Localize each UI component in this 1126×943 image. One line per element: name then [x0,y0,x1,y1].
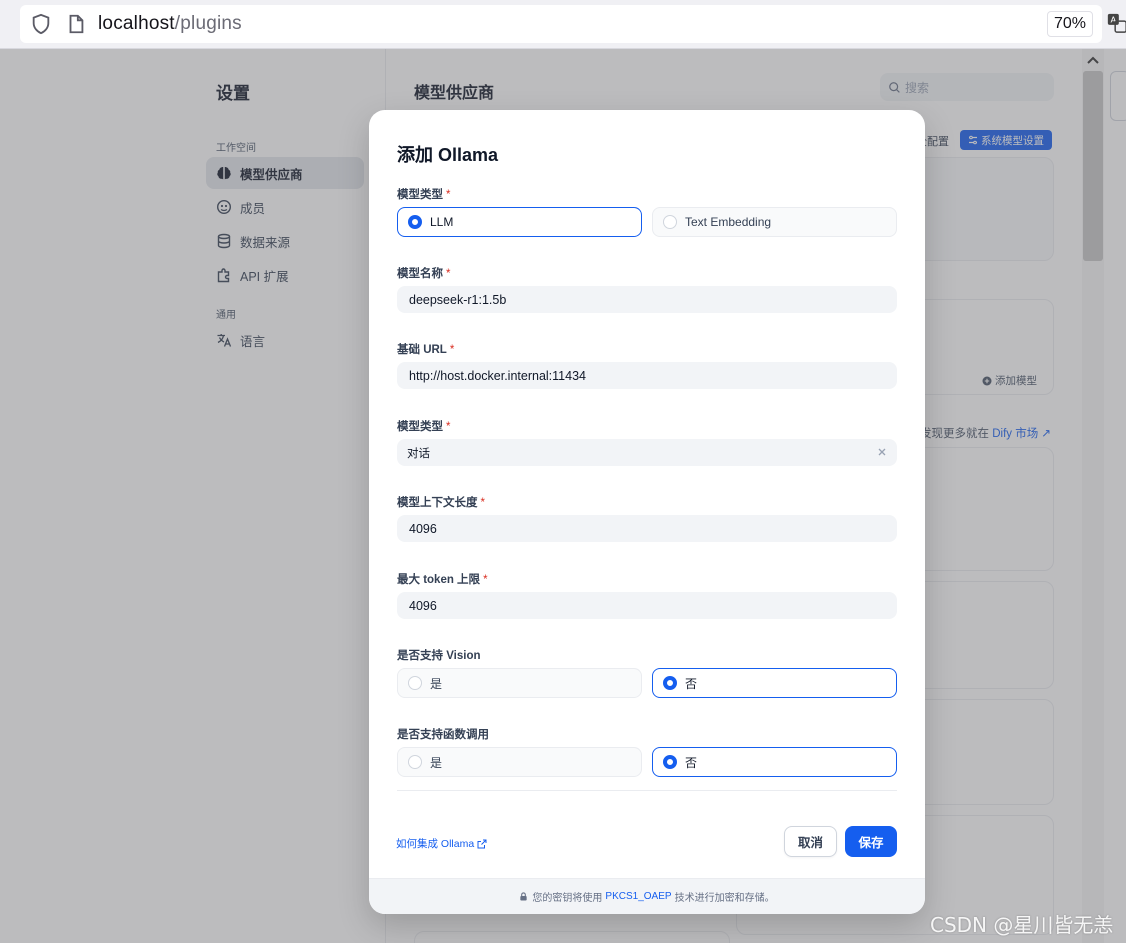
label-text: 模型类型 [397,189,443,201]
pkcs1-oaep-link[interactable]: PKCS1_OAEP [605,891,671,902]
label-text: 模型上下文长度 [397,497,478,509]
divider [397,790,897,791]
option-label: 是 [430,755,443,770]
watermark: CSDN @星川皆无恙 [930,913,1114,937]
add-ollama-modal: 添加 Ollama 模型类型 * LLM Text Embedding 模型名称 *… [369,110,925,914]
lock-icon [520,892,528,901]
max-tokens-label: 最大 token 上限 * [397,571,488,587]
vision-no-option[interactable]: 否 [652,668,897,698]
notice-prefix: 您的密钥将使用 [532,893,603,904]
required-mark: * [480,497,485,509]
context-length-input[interactable]: 4096 [397,515,897,542]
radio-checked-icon [408,215,422,229]
required-mark: * [446,268,451,280]
vision-support-label: 是否支持 Vision [397,650,481,662]
model-type-text-embedding-option[interactable]: Text Embedding [652,207,897,237]
option-label: 是 [430,676,443,691]
label-text: 模型名称 [397,268,443,280]
clear-icon[interactable] [877,447,887,457]
shield-icon[interactable] [30,13,52,35]
model-type-label: 模型类型 * [397,186,450,202]
help-link-label: 如何集成 Ollama [396,838,475,850]
notice-suffix: 技术进行加密和存储。 [674,893,775,904]
option-label: 否 [685,755,698,770]
function-call-no-option[interactable]: 否 [652,747,897,777]
page-icon[interactable] [65,13,87,35]
url-host: localhost [98,13,175,34]
radio-checked-icon [663,755,677,769]
translate-page-icon[interactable]: A [1106,12,1126,34]
radio-unchecked-icon [408,755,422,769]
option-label: Text Embedding [685,215,772,229]
label-text: 模型类型 [397,421,443,433]
max-tokens-input[interactable]: 4096 [397,592,897,619]
model-name-input[interactable]: deepseek-r1:1.5b [397,286,897,313]
zoom-indicator[interactable]: 70% [1047,11,1093,37]
context-length-label: 模型上下文长度 * [397,494,485,510]
required-mark: * [449,344,455,356]
label-text: 最大 token 上限 [397,574,481,586]
option-label: 否 [685,676,698,691]
encryption-notice: 您的密钥将使用 PKCS1_OAEP 技术进行加密和存储。 [369,878,925,914]
url-text[interactable]: localhost/plugins [98,13,242,35]
how-to-integrate-ollama-link[interactable]: 如何集成 Ollama [396,836,487,851]
radio-checked-icon [663,676,677,690]
external-link-icon [477,839,487,848]
model-name-label: 模型名称 * [397,265,450,281]
selected-value: 对话 [407,447,430,460]
radio-unchecked-icon [408,676,422,690]
url-path: /plugins [174,13,242,34]
required-mark: * [483,574,488,586]
required-mark: * [446,421,451,433]
completion-type-label: 模型类型 * [397,418,450,434]
modal-title: 添加 Ollama [397,145,499,165]
cancel-button[interactable]: 取消 [784,826,837,857]
label-text: 基础 URL [397,344,447,356]
function-call-support-label: 是否支持函数调用 [397,729,489,741]
required-mark: * [446,189,451,201]
function-call-yes-option[interactable]: 是 [397,747,642,777]
option-label: LLM [430,215,454,229]
vision-yes-option[interactable]: 是 [397,668,642,698]
save-button[interactable]: 保存 [845,826,897,857]
radio-unchecked-icon [663,215,677,229]
base-url-input[interactable]: http://host.docker.internal:11434 [397,362,897,389]
browser-toolbar: localhost/plugins 70% A [0,0,1126,49]
model-type-llm-option[interactable]: LLM [397,207,642,237]
completion-type-select[interactable]: 对话 [397,439,897,466]
base-url-label: 基础 URL * [397,341,454,357]
